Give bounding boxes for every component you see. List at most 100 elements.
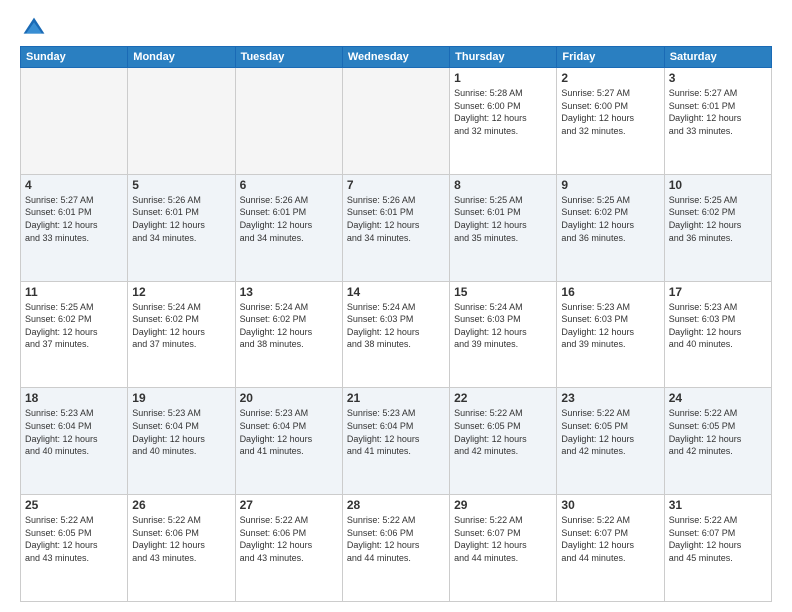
calendar-cell: 8 Sunrise: 5:25 AM Sunset: 6:01 PM Daylig… [450,174,557,281]
calendar-table: SundayMondayTuesdayWednesdayThursdayFrid… [20,46,772,602]
day-info: Sunrise: 5:22 AM Sunset: 6:05 PM Dayligh… [25,514,123,564]
day-info: Sunrise: 5:22 AM Sunset: 6:05 PM Dayligh… [561,407,659,457]
calendar-cell: 28 Sunrise: 5:22 AM Sunset: 6:06 PM Dayli… [342,495,449,602]
day-info: Sunrise: 5:23 AM Sunset: 6:04 PM Dayligh… [132,407,230,457]
calendar-cell: 7 Sunrise: 5:26 AM Sunset: 6:01 PM Daylig… [342,174,449,281]
day-number: 23 [561,391,659,405]
day-number: 24 [669,391,767,405]
calendar-cell: 20 Sunrise: 5:23 AM Sunset: 6:04 PM Dayli… [235,388,342,495]
day-info: Sunrise: 5:27 AM Sunset: 6:01 PM Dayligh… [669,87,767,137]
day-info: Sunrise: 5:22 AM Sunset: 6:07 PM Dayligh… [561,514,659,564]
day-number: 4 [25,178,123,192]
day-number: 11 [25,285,123,299]
logo [20,16,46,40]
calendar-cell: 19 Sunrise: 5:23 AM Sunset: 6:04 PM Dayli… [128,388,235,495]
day-info: Sunrise: 5:23 AM Sunset: 6:03 PM Dayligh… [561,301,659,351]
day-number: 10 [669,178,767,192]
day-number: 18 [25,391,123,405]
day-number: 1 [454,71,552,85]
calendar-cell: 10 Sunrise: 5:25 AM Sunset: 6:02 PM Dayli… [664,174,771,281]
header [20,16,772,40]
day-number: 30 [561,498,659,512]
day-number: 13 [240,285,338,299]
day-number: 5 [132,178,230,192]
day-number: 28 [347,498,445,512]
day-number: 26 [132,498,230,512]
day-info: Sunrise: 5:28 AM Sunset: 6:00 PM Dayligh… [454,87,552,137]
calendar-cell [128,68,235,175]
day-number: 29 [454,498,552,512]
day-number: 27 [240,498,338,512]
calendar-cell: 9Sunrise: 5:25 AM Sunset: 6:02 PM Daylig… [557,174,664,281]
calendar-cell: 3 Sunrise: 5:27 AM Sunset: 6:01 PM Daylig… [664,68,771,175]
calendar-cell: 6 Sunrise: 5:26 AM Sunset: 6:01 PM Daylig… [235,174,342,281]
day-info: Sunrise: 5:24 AM Sunset: 6:03 PM Dayligh… [454,301,552,351]
weekday-header-tuesday: Tuesday [235,47,342,68]
calendar-cell: 4 Sunrise: 5:27 AM Sunset: 6:01 PM Daylig… [21,174,128,281]
day-info: Sunrise: 5:25 AM Sunset: 6:01 PM Dayligh… [454,194,552,244]
day-number: 20 [240,391,338,405]
calendar-cell: 22 Sunrise: 5:22 AM Sunset: 6:05 PM Dayli… [450,388,557,495]
day-info: Sunrise: 5:24 AM Sunset: 6:02 PM Dayligh… [240,301,338,351]
calendar-cell: 1 Sunrise: 5:28 AM Sunset: 6:00 PM Daylig… [450,68,557,175]
day-info: Sunrise: 5:23 AM Sunset: 6:04 PM Dayligh… [240,407,338,457]
weekday-header-monday: Monday [128,47,235,68]
day-number: 19 [132,391,230,405]
weekday-header-saturday: Saturday [664,47,771,68]
day-info: Sunrise: 5:23 AM Sunset: 6:04 PM Dayligh… [25,407,123,457]
calendar-cell: 23 Sunrise: 5:22 AM Sunset: 6:05 PM Dayli… [557,388,664,495]
day-number: 9 [561,178,659,192]
page: SundayMondayTuesdayWednesdayThursdayFrid… [0,0,792,612]
day-info: Sunrise: 5:26 AM Sunset: 6:01 PM Dayligh… [347,194,445,244]
calendar-cell: 2 Sunrise: 5:27 AM Sunset: 6:00 PM Daylig… [557,68,664,175]
weekday-header-row: SundayMondayTuesdayWednesdayThursdayFrid… [21,47,772,68]
calendar-cell: 25 Sunrise: 5:22 AM Sunset: 6:05 PM Dayli… [21,495,128,602]
weekday-header-friday: Friday [557,47,664,68]
calendar-cell: 13 Sunrise: 5:24 AM Sunset: 6:02 PM Dayli… [235,281,342,388]
day-info: Sunrise: 5:22 AM Sunset: 6:07 PM Dayligh… [454,514,552,564]
day-number: 25 [25,498,123,512]
day-info: Sunrise: 5:22 AM Sunset: 6:07 PM Dayligh… [669,514,767,564]
calendar-week-row: 11 Sunrise: 5:25 AM Sunset: 6:02 PM Dayli… [21,281,772,388]
day-number: 2 [561,71,659,85]
day-info: Sunrise: 5:27 AM Sunset: 6:00 PM Dayligh… [561,87,659,137]
calendar-week-row: 1 Sunrise: 5:28 AM Sunset: 6:00 PM Daylig… [21,68,772,175]
day-info: Sunrise: 5:25 AM Sunset: 6:02 PM Dayligh… [669,194,767,244]
day-number: 15 [454,285,552,299]
day-number: 22 [454,391,552,405]
day-number: 7 [347,178,445,192]
weekday-header-thursday: Thursday [450,47,557,68]
day-info: Sunrise: 5:24 AM Sunset: 6:03 PM Dayligh… [347,301,445,351]
calendar-cell: 15 Sunrise: 5:24 AM Sunset: 6:03 PM Dayli… [450,281,557,388]
calendar-cell: 12Sunrise: 5:24 AM Sunset: 6:02 PM Dayli… [128,281,235,388]
calendar-cell: 26 Sunrise: 5:22 AM Sunset: 6:06 PM Dayli… [128,495,235,602]
calendar-week-row: 18 Sunrise: 5:23 AM Sunset: 6:04 PM Dayli… [21,388,772,495]
day-info: Sunrise: 5:26 AM Sunset: 6:01 PM Dayligh… [240,194,338,244]
calendar-cell: 30 Sunrise: 5:22 AM Sunset: 6:07 PM Dayli… [557,495,664,602]
day-info: Sunrise: 5:26 AM Sunset: 6:01 PM Dayligh… [132,194,230,244]
calendar-cell [21,68,128,175]
weekday-header-wednesday: Wednesday [342,47,449,68]
calendar-cell: 21Sunrise: 5:23 AM Sunset: 6:04 PM Dayli… [342,388,449,495]
day-info: Sunrise: 5:27 AM Sunset: 6:01 PM Dayligh… [25,194,123,244]
day-info: Sunrise: 5:23 AM Sunset: 6:03 PM Dayligh… [669,301,767,351]
day-number: 17 [669,285,767,299]
calendar-cell [235,68,342,175]
day-info: Sunrise: 5:25 AM Sunset: 6:02 PM Dayligh… [25,301,123,351]
day-number: 6 [240,178,338,192]
day-number: 31 [669,498,767,512]
day-number: 3 [669,71,767,85]
day-info: Sunrise: 5:22 AM Sunset: 6:05 PM Dayligh… [669,407,767,457]
day-info: Sunrise: 5:24 AM Sunset: 6:02 PM Dayligh… [132,301,230,351]
weekday-header-sunday: Sunday [21,47,128,68]
day-number: 8 [454,178,552,192]
calendar-cell: 24 Sunrise: 5:22 AM Sunset: 6:05 PM Dayli… [664,388,771,495]
day-number: 16 [561,285,659,299]
day-info: Sunrise: 5:22 AM Sunset: 6:05 PM Dayligh… [454,407,552,457]
calendar-cell: 31 Sunrise: 5:22 AM Sunset: 6:07 PM Dayli… [664,495,771,602]
day-info: Sunrise: 5:22 AM Sunset: 6:06 PM Dayligh… [132,514,230,564]
day-info: Sunrise: 5:22 AM Sunset: 6:06 PM Dayligh… [240,514,338,564]
calendar-cell: 27 Sunrise: 5:22 AM Sunset: 6:06 PM Dayli… [235,495,342,602]
day-info: Sunrise: 5:22 AM Sunset: 6:06 PM Dayligh… [347,514,445,564]
day-info: Sunrise: 5:23 AM Sunset: 6:04 PM Dayligh… [347,407,445,457]
